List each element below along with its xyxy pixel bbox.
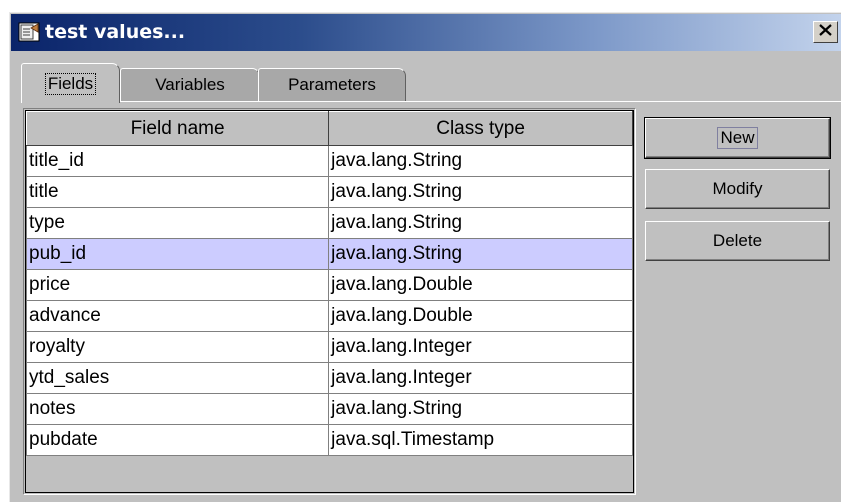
class-type-cell[interactable]: java.lang.String — [328, 393, 633, 425]
tab-fields-label: Fields — [44, 72, 97, 95]
tab-parameters[interactable]: Parameters — [258, 68, 406, 101]
tab-parameters-label: Parameters — [288, 75, 376, 94]
field-name-cell[interactable]: title — [25, 176, 330, 208]
title-bar[interactable]: test values... — [11, 14, 841, 51]
delete-button[interactable]: Delete — [645, 221, 830, 261]
tab-bar: Fields Variables Parameters — [10, 63, 841, 103]
field-name-cell[interactable]: pub_id — [25, 238, 330, 270]
column-header-class-type[interactable]: Class type — [328, 111, 633, 146]
tab-variables[interactable]: Variables — [120, 68, 260, 101]
class-type-cell[interactable]: java.lang.Double — [328, 300, 633, 332]
table-row[interactable]: type java.lang.String — [25, 207, 633, 239]
table-row[interactable]: title_id java.lang.String — [25, 145, 633, 177]
tab-panel-border — [21, 101, 841, 102]
fields-table: Field name Class type title_id java.lang… — [25, 111, 633, 456]
table-row[interactable]: royalty java.lang.Integer — [25, 331, 633, 363]
modify-button-label: Modify — [712, 179, 763, 198]
field-name-cell[interactable]: royalty — [25, 331, 330, 363]
tab-fields[interactable]: Fields — [21, 63, 120, 103]
table-row[interactable]: title java.lang.String — [25, 176, 633, 208]
field-name-cell[interactable]: type — [25, 207, 330, 239]
fields-table-viewport: Field name Class type title_id java.lang… — [25, 110, 634, 493]
class-type-cell[interactable]: java.lang.String — [328, 176, 633, 208]
field-name-cell[interactable]: title_id — [25, 145, 330, 177]
class-type-cell[interactable]: java.lang.String — [328, 207, 633, 239]
close-icon — [819, 23, 832, 41]
table-row[interactable]: ytd_sales java.lang.Integer — [25, 362, 633, 394]
table-header-row: Field name Class type — [25, 111, 633, 146]
window-title: test values... — [45, 21, 186, 43]
class-type-cell[interactable]: java.sql.Timestamp — [328, 424, 633, 456]
class-type-cell[interactable]: java.lang.Integer — [328, 362, 633, 394]
class-type-cell[interactable]: java.lang.Double — [328, 269, 633, 301]
field-name-cell[interactable]: price — [25, 269, 330, 301]
class-type-cell[interactable]: java.lang.Integer — [328, 331, 633, 363]
field-name-cell[interactable]: pubdate — [25, 424, 330, 456]
close-button[interactable] — [813, 21, 838, 43]
column-header-field-name[interactable]: Field name — [25, 111, 330, 146]
field-name-cell[interactable]: advance — [25, 300, 330, 332]
document-icon — [18, 22, 40, 42]
tab-variables-label: Variables — [155, 75, 225, 94]
dialog-window: test values... Fields Variables Paramete… — [9, 12, 841, 502]
field-name-cell[interactable]: notes — [25, 393, 330, 425]
class-type-cell[interactable]: java.lang.String — [328, 145, 633, 177]
table-row-selected[interactable]: pub_id java.lang.String — [25, 238, 633, 270]
table-row[interactable]: notes java.lang.String — [25, 393, 633, 425]
new-button[interactable]: New — [644, 117, 831, 159]
fields-table-container: Field name Class type title_id java.lang… — [23, 108, 636, 495]
table-row[interactable]: advance java.lang.Double — [25, 300, 633, 332]
delete-button-label: Delete — [712, 231, 763, 250]
table-row[interactable]: price java.lang.Double — [25, 269, 633, 301]
modify-button[interactable]: Modify — [645, 169, 830, 209]
new-button-label: New — [717, 127, 758, 149]
class-type-cell[interactable]: java.lang.String — [328, 238, 633, 270]
field-name-cell[interactable]: ytd_sales — [25, 362, 330, 394]
table-row[interactable]: pubdate java.sql.Timestamp — [25, 424, 633, 456]
